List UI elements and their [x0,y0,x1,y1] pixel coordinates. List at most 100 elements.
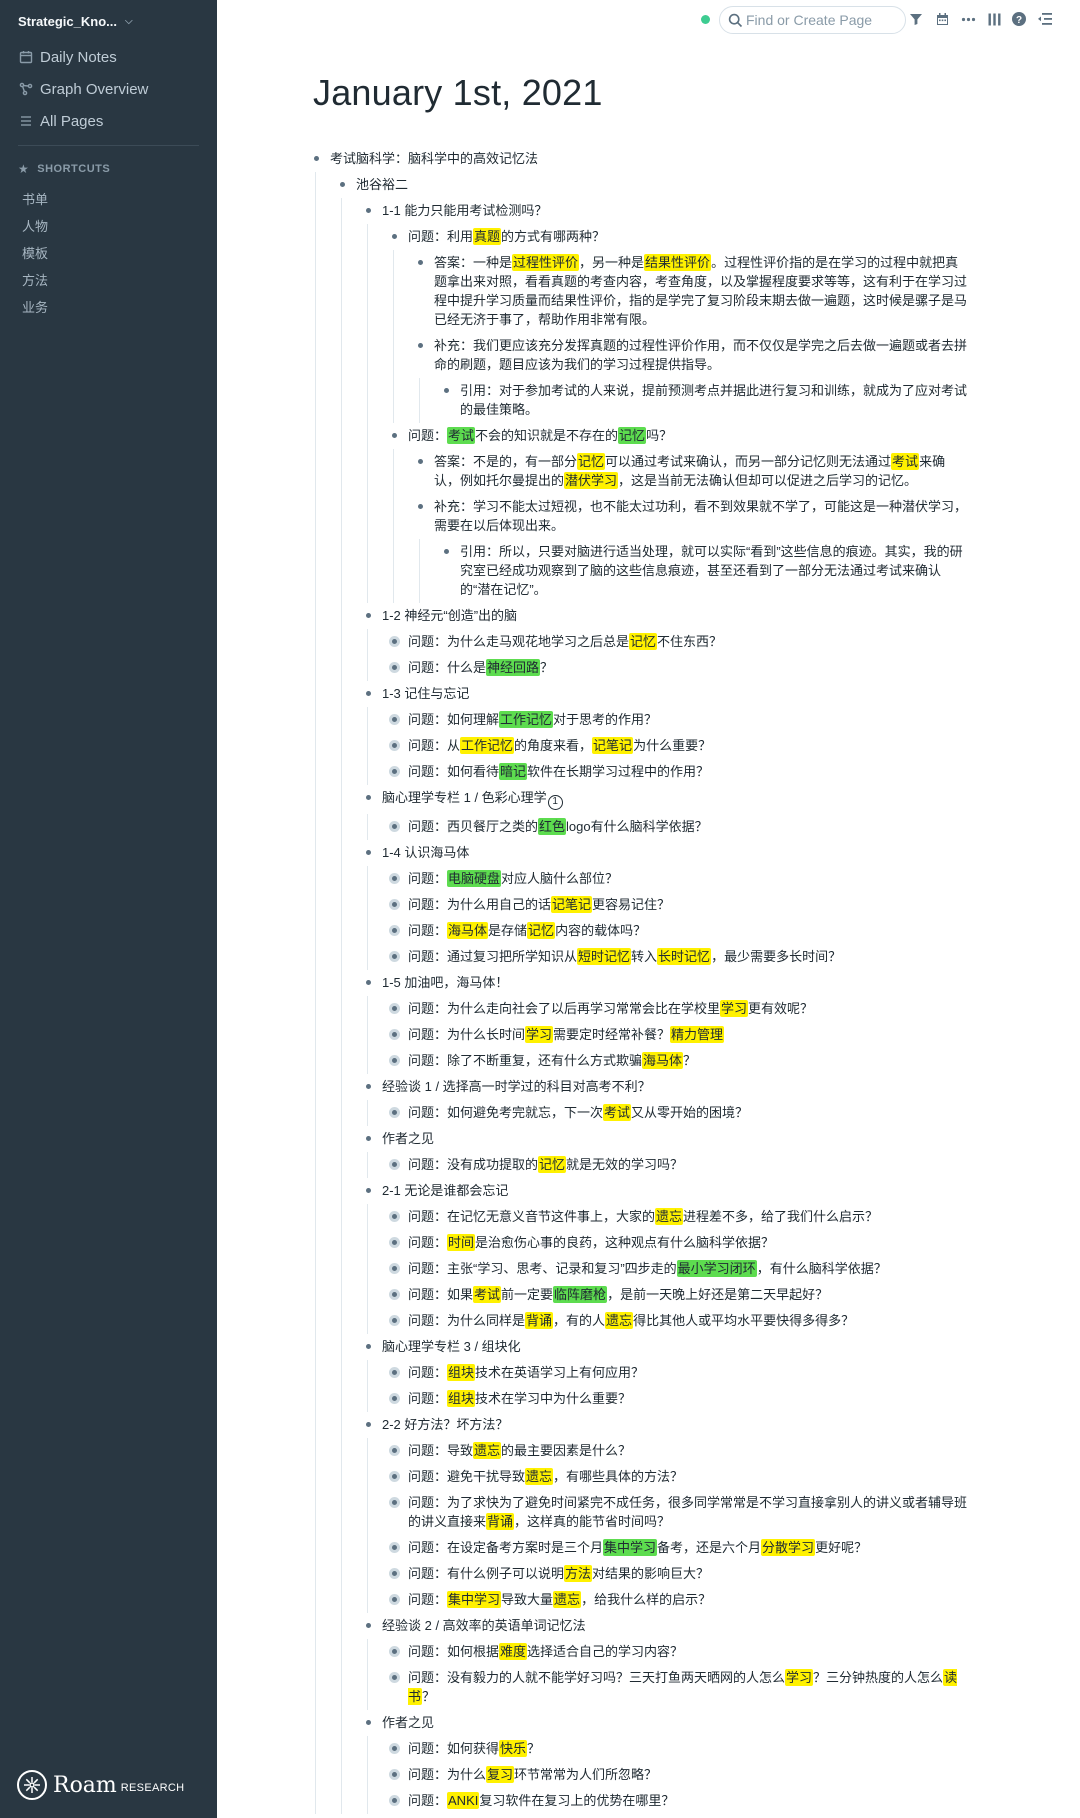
block-text[interactable]: 问题：电脑硬盘对应人脑什么部位？ [402,869,968,888]
block-text[interactable]: 问题：避免干扰导致遗忘，有哪些具体的方法？ [402,1467,968,1486]
highlight-yellow[interactable]: 快乐 [499,1739,528,1757]
block-text[interactable]: 问题：时间是治愈伤心事的良药，这种观点有什么脑科学依据？ [402,1233,968,1252]
block-bullet[interactable] [386,1155,402,1174]
block-bullet[interactable] [386,1739,402,1758]
highlight-yellow[interactable]: 记笔记 [551,895,593,913]
block-text[interactable]: 问题：利用真题的方式有哪两种？ [402,227,968,246]
block-bullet[interactable] [386,632,402,651]
highlight-yellow[interactable]: 遗忘 [473,1441,502,1459]
block-bullet[interactable] [386,1791,402,1810]
highlight-yellow[interactable]: 遗忘 [605,1311,634,1329]
block-text[interactable]: 问题：在记忆无意义音节这件事上，大家的遗忘进程差不多，给了我们什么启示？ [402,1207,968,1226]
block-bullet[interactable] [386,1025,402,1044]
highlight-yellow[interactable]: 考试 [603,1103,632,1121]
block-text[interactable]: 脑心理学专栏 3 / 组块化 [376,1337,968,1356]
highlight-yellow[interactable]: 遗忘 [553,1590,582,1608]
block-bullet[interactable] [386,1668,402,1687]
block-bullet[interactable] [386,1493,402,1512]
block-text[interactable]: 问题：考试不会的知识就是不存在的记忆吗？ [402,426,968,445]
block-bullet[interactable] [386,1207,402,1226]
shortcut-item[interactable]: 业务 [22,297,48,316]
block-text[interactable]: 问题：在设定备考方案时是三个月集中学习备考，还是六个月分散学习更好呢？ [402,1538,968,1557]
block-text[interactable]: 问题：为什么长时间学习需要定时经常补餐？精力管理 [402,1025,968,1044]
highlight-yellow[interactable]: 过程性评价 [512,254,580,271]
highlight-yellow[interactable]: 结果性评价 [644,254,712,271]
help-icon[interactable]: ? [1010,10,1028,28]
block-text[interactable]: 问题：什么是神经回路？ [402,658,968,677]
block-bullet[interactable] [360,201,376,220]
block-text[interactable]: 问题：如何获得快乐？ [402,1739,968,1758]
block-text[interactable]: 经验谈 1 / 选择高一时学过的科目对高考不利？ [376,1077,968,1096]
highlight-yellow[interactable]: 复习 [486,1765,515,1783]
block-text[interactable]: 1-5 加油吧，海马体！ [376,973,968,992]
block-text[interactable]: 问题：为什么走向社会了以后再学习常常会比在学校里学习更有效呢？ [402,999,968,1018]
block-text[interactable]: 答案：不是的，有一部分记忆可以通过考试来确认，而另一部分记忆则无法通过考试来确认… [428,452,968,490]
block-bullet[interactable] [386,1311,402,1330]
nav-graph-overview[interactable]: Graph Overview [18,78,148,100]
highlight-yellow[interactable]: 考试 [891,453,920,470]
block-bullet[interactable] [386,999,402,1018]
highlight-yellow[interactable]: 组块 [447,1389,476,1407]
block-bullet[interactable] [360,788,376,807]
block-bullet[interactable] [386,1642,402,1661]
more-icon[interactable] [959,10,977,28]
block-text[interactable]: 问题：为了求快为了避免时间紧完不成任务，很多同学常常是不学习直接拿别人的讲义或者… [402,1493,968,1531]
block-text[interactable]: 补充：我们更应该充分发挥真题的过程性评价作用，而不仅仅是学完之后去做一遍题或者去… [428,336,968,374]
block-bullet[interactable] [386,762,402,781]
block-text[interactable]: 问题：西贝餐厅之类的红色logo有什么脑科学依据？ [402,817,968,836]
block-text[interactable]: 脑心理学专栏 1 / 色彩心理学 1 [376,788,968,810]
highlight-yellow[interactable]: 精力管理 [670,1025,725,1043]
block-bullet[interactable] [386,227,402,246]
highlight-yellow[interactable]: 记忆 [527,921,556,939]
block-bullet[interactable] [386,1051,402,1070]
highlight-yellow[interactable]: 潜伏学习 [564,472,619,489]
block-text[interactable]: 问题：没有成功提取的记忆就是无效的学习吗？ [402,1155,968,1174]
block-bullet[interactable] [386,895,402,914]
block-bullet[interactable] [386,658,402,677]
highlight-yellow[interactable]: 记笔记 [592,737,634,754]
block-bullet[interactable] [386,1389,402,1408]
page-title[interactable]: January 1st, 2021 [313,72,603,114]
block-bullet[interactable] [386,736,402,755]
block-text[interactable]: 答案：一种是过程性评价，另一种是结果性评价。过程性评价指的是在学习的过程中就把真… [428,253,968,329]
block-text[interactable]: 问题：为什么走马观花地学习之后总是记忆不住东西？ [402,632,968,651]
highlight-yellow[interactable]: 遗忘 [655,1207,684,1225]
outline-icon[interactable] [1036,10,1054,28]
block-bullet[interactable] [386,1467,402,1486]
calendar-icon[interactable] [933,10,951,28]
shortcut-item[interactable]: 模板 [22,243,48,262]
block-bullet[interactable] [386,1441,402,1460]
block-bullet[interactable] [334,175,350,194]
block-bullet[interactable] [438,542,454,561]
highlight-yellow[interactable]: 记忆 [629,633,658,650]
block-text[interactable]: 2-1 无论是谁都会忘记 [376,1181,968,1200]
block-text[interactable]: 1-2 神经元“创造”出的脑 [376,606,968,625]
highlight-green[interactable]: 红色 [538,817,567,835]
block-text[interactable]: 问题：有什么例子可以说明方法对结果的影响巨大？ [402,1564,968,1583]
block-text[interactable]: 问题：如何避免考完就忘，下一次考试又从零开始的困境？ [402,1103,968,1122]
block-bullet[interactable] [386,1259,402,1278]
highlight-yellow[interactable]: 背诵 [525,1311,554,1329]
block-text[interactable]: 作者之见 [376,1129,968,1148]
block-bullet[interactable] [360,1181,376,1200]
block-text[interactable]: 问题：主张“学习、思考、记录和复习”四步走的最小学习闭环，有什么脑科学依据？ [402,1259,968,1278]
filter-icon[interactable] [907,10,925,28]
block-text[interactable]: 问题：组块技术在学习中为什么重要？ [402,1389,968,1408]
block-bullet[interactable] [386,1564,402,1583]
block-bullet[interactable] [360,606,376,625]
block-text[interactable]: 问题：除了不断重复，还有什么方式欺骗海马体？ [402,1051,968,1070]
highlight-yellow[interactable]: ANKI [447,1791,480,1809]
highlight-yellow[interactable]: 分散学习 [761,1538,816,1556]
block-bullet[interactable] [360,1616,376,1635]
block-text[interactable]: 引用：对于参加考试的人来说，提前预测考点并据此进行复习和训练，就成为了应对考试的… [454,381,968,419]
block-text[interactable]: 1-1 能力只能用考试检测吗？ [376,201,968,220]
block-bullet[interactable] [386,869,402,888]
block-text[interactable]: 引用：所以，只要对脑进行适当处理，就可以实际“看到”这些信息的痕迹。其实，我的研… [454,542,968,599]
highlight-yellow[interactable]: 长时记忆 [657,947,712,965]
highlight-green[interactable]: 电脑硬盘 [447,869,502,887]
nav-all-pages[interactable]: All Pages [18,110,103,132]
block-text[interactable]: 问题：ANKI复习软件在复习上的优势在哪里？ [402,1791,968,1810]
block-text[interactable]: 2-2 好方法？坏方法？ [376,1415,968,1434]
block-text[interactable]: 问题：海马体是存储记忆内容的载体吗？ [402,921,968,940]
block-bullet[interactable] [386,817,402,836]
